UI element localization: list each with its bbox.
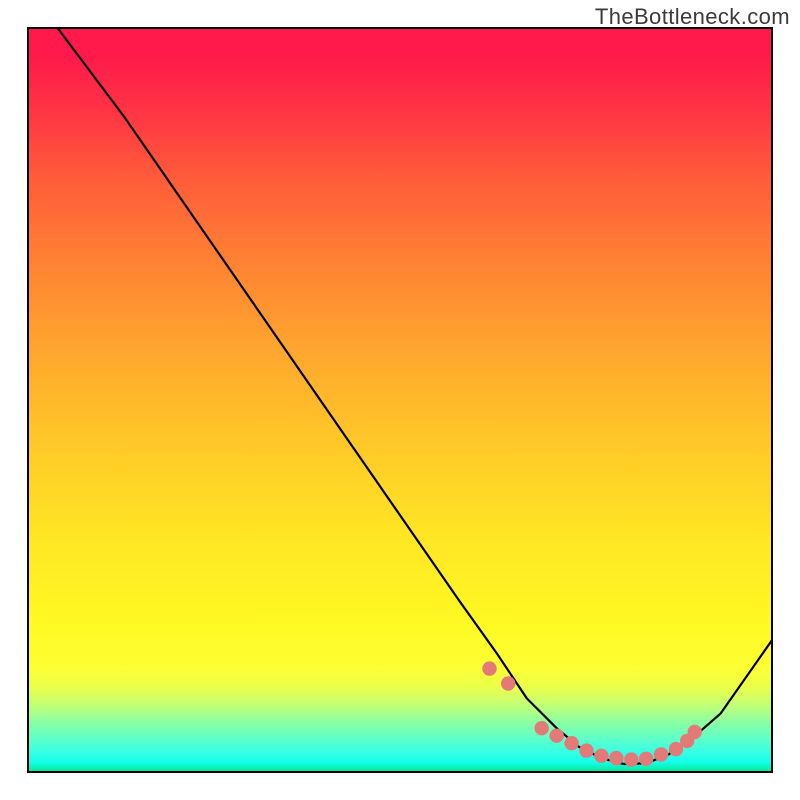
valley-dot xyxy=(535,721,549,735)
valley-dot xyxy=(501,676,515,690)
valley-dot xyxy=(594,749,608,763)
valley-dot xyxy=(688,725,702,739)
watermark-text: TheBottleneck.com xyxy=(595,4,790,30)
valley-dot xyxy=(579,743,593,757)
valley-dot xyxy=(639,752,653,766)
curve-layer xyxy=(27,27,773,773)
plot-area xyxy=(27,27,773,773)
valley-dots-group xyxy=(482,661,702,766)
valley-dot xyxy=(550,729,564,743)
bottleneck-curve xyxy=(57,27,773,764)
valley-dot xyxy=(482,661,496,675)
valley-dot xyxy=(624,752,638,766)
valley-dot xyxy=(564,736,578,750)
valley-dot xyxy=(654,747,668,761)
chart-root: TheBottleneck.com xyxy=(0,0,800,800)
valley-dot xyxy=(609,751,623,765)
